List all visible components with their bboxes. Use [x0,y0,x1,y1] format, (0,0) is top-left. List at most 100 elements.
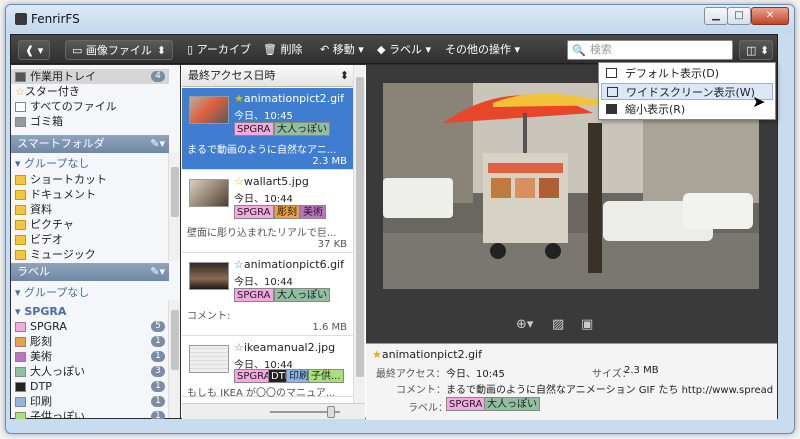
smart-group[interactable]: ▾ グループなし [15,156,89,171]
title-bar: FenrirFS ▁ □ ✕ [6,5,794,33]
search-folder-icon [15,220,26,230]
split-view-icon: ◫ [746,44,757,57]
label-group[interactable]: ▾ グループなし [15,285,89,300]
file-comment: 壁面に彫り込まれたリアルで巨... [187,228,337,239]
filter-select[interactable]: ▭ 画像ファイル ⬍ [65,40,173,60]
label-color-icon [15,337,26,347]
menu-item-widescreen-view[interactable]: ワイドスクリーン表示(W) [601,83,773,100]
access-label: 最終アクセス： [376,369,446,380]
smart-folder-item[interactable]: 資料 [15,202,52,217]
access-value: 今日、10:45 [446,369,505,380]
label-item[interactable]: 印刷 1 [15,394,169,409]
sidebar-item-all-files[interactable]: すべてのファイル [15,99,117,114]
zoom-slider-handle[interactable] [327,406,335,418]
label-item[interactable]: 彫刻 1 [15,334,169,349]
label-item[interactable]: SPGRA 5 [15,319,169,334]
label-scrollbar[interactable] [168,300,180,418]
menu-item-default-view[interactable]: デフォルト表示(D) [601,65,773,82]
sidebar-item-trash[interactable]: ゴミ箱 [15,114,63,129]
label-header[interactable]: ラベル ✎▾ [11,263,169,281]
view-mode-button[interactable]: ◫ ⬍ [739,40,773,60]
comment-value: まるで動画のように自然なアニメーション GIF たち http://www.sp… [446,385,774,396]
file-comment: もしも IKEA が〇〇のマニュア... [187,388,336,399]
fullscreen-icon[interactable]: ▣ [581,317,593,332]
file-item[interactable]: ☆animationpict6.gif 今日、10:44 SPGRA 大人っぽい… [182,254,353,336]
label-color-icon [15,367,26,377]
star-icon[interactable]: ★ [372,348,382,361]
label-label: ラベル： [408,403,448,414]
label-item[interactable]: 大人っぽい 3 [15,364,169,379]
label-group-spgra[interactable]: ▾ SPGRA [15,304,66,319]
file-item[interactable]: ☆ikeamanual2.jpg 今日、10:44 SPGRA DTP 印刷 子… [182,337,353,399]
sort-arrows-icon: ⬍ [339,69,349,82]
maximize-button[interactable]: □ [727,7,751,25]
profile-button[interactable]: ❰ ▾ [18,40,50,60]
smart-folder-item[interactable]: ミュージック [15,247,96,262]
list-scrollbar[interactable] [353,65,365,405]
default-view-icon [606,68,617,78]
file-list: 最終アクセス日時 ⬍ ★animationpict2.gif 今日、10:45 S… [182,65,365,419]
menu-item-compact-view[interactable]: 縮小表示(R) [601,101,773,118]
file-comment: コメント: [187,311,231,322]
app-icon [15,13,27,25]
search-input[interactable]: 🔍 検索 [567,40,733,60]
tray-icon [15,72,26,82]
star-icon[interactable]: ☆ [234,175,244,188]
star-icon[interactable]: ★ [234,92,244,105]
label-color-icon [15,382,26,392]
zoom-in-icon[interactable]: ⊕▾ [516,317,533,332]
file-name: ☆animationpict6.gif [234,258,344,271]
sidebar-item-tray[interactable]: 作業用トレイ 4 [11,69,169,84]
smart-folder-item[interactable]: ビデオ [15,232,63,247]
smart-folder-item[interactable]: ドキュメント [15,187,96,202]
smart-folder-item[interactable]: ショートカット [15,172,107,187]
file-date: 今日、10:44 [234,194,293,205]
move-icon: ↶ [320,43,330,56]
file-name: ☆wallart5.jpg [234,175,309,188]
file-size: 2.3 MB [312,156,347,167]
label-button[interactable]: ◆ ラベル ▾ [377,40,431,60]
search-folder-icon [15,190,26,200]
smart-folder-header[interactable]: スマートフォルダ ✎▾ [11,135,169,153]
zoom-bar [182,403,365,419]
label-tag: 大人っぽい [274,122,330,136]
label-tag: SPGRA [446,397,486,411]
smart-folder-item[interactable]: ピクチャ [15,217,74,232]
label-item[interactable]: 子供っぽい 1 [15,409,169,419]
move-button[interactable]: ↶ 移動 ▾ [320,40,364,60]
smart-scrollbar[interactable] [168,153,180,261]
other-actions-button[interactable]: その他の操作 ▾ [445,40,520,60]
minimize-button[interactable]: ▁ [704,7,728,25]
label-item[interactable]: 美術 1 [15,349,169,364]
window-title: FenrirFS [31,12,80,26]
trash-icon [15,117,26,127]
sidebar-item-starred[interactable]: ☆スター付き [15,84,80,99]
sort-header[interactable]: 最終アクセス日時 ⬍ [182,65,353,87]
star-icon[interactable]: ☆ [234,258,244,271]
close-button[interactable]: ✕ [751,7,789,25]
edit-icon[interactable]: ✎▾ [150,263,165,281]
view-mode-menu: デフォルト表示(D) ワイドスクリーン表示(W) 縮小表示(R) [598,62,776,120]
label-tag: 美術 [300,205,326,219]
file-info-panel: ★animationpict2.gif 最終アクセス： 今日、10:45 サイズ… [366,343,777,420]
file-thumbnail [189,262,229,290]
file-size: 37 KB [317,239,347,250]
mouse-cursor-icon: ➤ [752,92,766,111]
star-icon: ☆ [15,85,25,98]
file-item[interactable]: ★animationpict2.gif 今日、10:45 SPGRA 大人っぽい… [182,88,353,170]
sidebar: 作業用トレイ 4 ☆スター付き すべてのファイル ゴミ箱 スマートフォルダ ✎▾ ▾… [11,65,181,419]
star-icon[interactable]: ☆ [234,341,244,354]
delete-button[interactable]: 🗑 削除 [263,40,302,60]
toolbar: ❰ ▾ ▭ 画像ファイル ⬍ ▯ アーカイブ 🗑 削除 ↶ 移動 ▾ ◆ ラベル… [10,34,778,64]
label-tag: SPGRA [234,122,274,136]
monitor-icon: ▭ [72,44,83,57]
tag-icon: ◆ [377,43,386,56]
label-tag: 子供... [308,369,344,383]
file-thumbnail [189,345,229,373]
archive-button[interactable]: ▯ アーカイブ [187,40,251,60]
file-date: 今日、10:44 [234,277,293,288]
label-item[interactable]: DTP 1 [15,379,169,394]
edit-icon[interactable]: ✎▾ [150,135,165,153]
file-item[interactable]: ☆wallart5.jpg 今日、10:44 SPGRA 彫刻 美術 壁面に彫り… [182,171,353,253]
fit-image-icon[interactable]: ▨ [552,317,564,332]
